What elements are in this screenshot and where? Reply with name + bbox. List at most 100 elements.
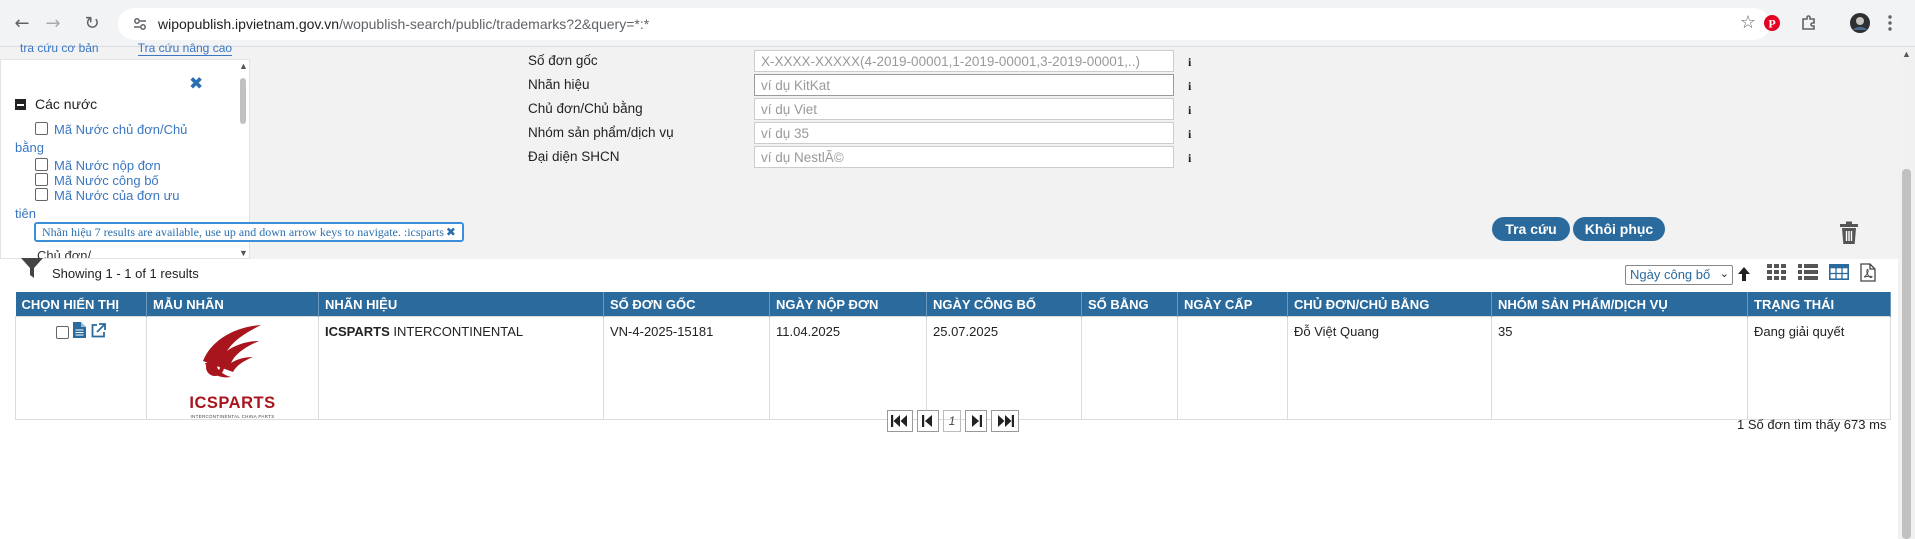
- info-icon[interactable]: i: [1188, 55, 1191, 70]
- next-section-header[interactable]: Chủ đơn/...: [37, 248, 102, 258]
- checkbox[interactable]: [35, 158, 48, 171]
- trademark-input[interactable]: ví dụ KitKat: [754, 74, 1174, 96]
- tab-advanced-search[interactable]: Tra cứu nâng cao: [137, 41, 233, 56]
- column-header[interactable]: SỐ BẰNG: [1081, 292, 1178, 317]
- chevron-down-icon: ⌄: [1719, 268, 1729, 280]
- close-icon[interactable]: ✖: [189, 74, 203, 94]
- application-number-input[interactable]: X-XXXX-XXXXX(4-2019-00001,1-2019-00001,3…: [754, 50, 1174, 72]
- application-number-label: Số đơn gốc: [528, 53, 598, 68]
- table-header-row: CHỌN HIỂN THỊ MẪU NHÃN NHÃN HIỆU SỐ ĐƠN …: [15, 292, 1891, 317]
- grid-view-icon[interactable]: [1767, 264, 1787, 280]
- column-header[interactable]: NHÓM SẢN PHẨM/DỊCH VỤ: [1491, 292, 1748, 317]
- first-page-icon[interactable]: [887, 410, 913, 432]
- reload-icon[interactable]: ↻: [80, 11, 104, 35]
- row-select-cell: [15, 316, 147, 420]
- url-text: wipopublish.ipvietnam.gov.vn/wopublish-s…: [158, 16, 649, 32]
- countries-heading: Các nước: [35, 96, 98, 112]
- pinterest-icon[interactable]: P: [1760, 11, 1784, 35]
- column-header[interactable]: NGÀY CẤP: [1177, 292, 1288, 317]
- owner-label: Chủ đơn/Chủ bằng: [528, 101, 643, 116]
- sort-selected-value: Ngày công bố: [1630, 267, 1711, 282]
- mark-image-cell[interactable]: ICSPARTS INTERCONTINENTAL CHINA PARTS: [146, 316, 319, 420]
- forward-arrow-icon[interactable]: →: [41, 11, 65, 35]
- remove-filter-icon[interactable]: ✖: [446, 225, 456, 239]
- scroll-thumb[interactable]: [240, 78, 246, 124]
- publication-date-cell: 25.07.2025: [926, 316, 1082, 420]
- pagination: 1: [0, 410, 1898, 434]
- filter-option[interactable]: Mã Nước của đơn ưu tiên: [15, 187, 200, 223]
- page-content: tra cứu cơ bản Tra cứu nâng cao ✖ Các nư…: [0, 41, 1915, 539]
- mark-name-bold: ICSPARTS: [325, 324, 390, 339]
- browser-menu-icon[interactable]: [1878, 11, 1902, 35]
- filter-funnel-icon[interactable]: [20, 257, 44, 279]
- info-icon[interactable]: i: [1188, 79, 1191, 94]
- checkbox[interactable]: [35, 122, 48, 135]
- svg-text:P: P: [1768, 17, 1775, 31]
- list-view-icon[interactable]: [1798, 264, 1818, 280]
- column-header[interactable]: NGÀY NỘP ĐƠN: [769, 292, 927, 317]
- trademark-label: Nhãn hiệu: [528, 77, 590, 92]
- pdf-export-icon[interactable]: [1860, 263, 1876, 282]
- search-button[interactable]: Tra cứu: [1492, 217, 1570, 241]
- row-checkbox[interactable]: [56, 326, 69, 339]
- checkbox[interactable]: [35, 188, 48, 201]
- external-link-icon[interactable]: [91, 323, 106, 338]
- checkbox[interactable]: [35, 173, 48, 186]
- current-page-number[interactable]: 1: [943, 410, 961, 432]
- owner-cell: Đỗ Việt Quang: [1287, 316, 1492, 420]
- table-row[interactable]: ICSPARTS INTERCONTINENTAL CHINA PARTS IC…: [15, 316, 1891, 420]
- url-path: /wopublish-search/public/trademarks?2&qu…: [339, 16, 650, 32]
- info-icon[interactable]: i: [1188, 151, 1191, 166]
- column-header[interactable]: SỐ ĐƠN GỐC: [603, 292, 770, 317]
- scroll-up-arrow-icon[interactable]: ▲: [239, 61, 248, 71]
- found-summary: 1 Số đơn tìm thấy 673 ms: [1737, 417, 1887, 432]
- page-scrollbar[interactable]: ▲: [1898, 47, 1915, 539]
- sort-direction-up-arrow-icon[interactable]: [1736, 266, 1752, 282]
- filter-option[interactable]: Mã Nước chủ đơn/Chủ bằng: [15, 121, 200, 157]
- classes-cell: 35: [1491, 316, 1748, 420]
- scroll-up-arrow-icon[interactable]: ▲: [1902, 49, 1911, 59]
- status-cell: Đang giải quyết: [1747, 316, 1891, 420]
- sort-select[interactable]: Ngày công bố ⌄: [1625, 265, 1733, 285]
- scroll-down-arrow-icon[interactable]: ▼: [239, 248, 248, 258]
- tab-basic-search[interactable]: tra cứu cơ bản: [20, 41, 99, 55]
- table-view-icon[interactable]: [1829, 264, 1849, 280]
- document-icon[interactable]: [73, 322, 86, 338]
- reset-button[interactable]: Khôi phục: [1573, 217, 1665, 241]
- scroll-thumb[interactable]: [1902, 169, 1911, 539]
- filter-option-label: Mã Nước công bố: [54, 173, 159, 188]
- info-icon[interactable]: i: [1188, 127, 1191, 142]
- mark-name-cell[interactable]: ICSPARTS INTERCONTINENTAL: [318, 316, 604, 420]
- last-page-icon[interactable]: [991, 410, 1019, 432]
- owner-input[interactable]: ví dụ Viet: [754, 98, 1174, 120]
- site-settings-icon[interactable]: [132, 16, 148, 32]
- profile-avatar[interactable]: [1848, 11, 1872, 35]
- back-arrow-icon[interactable]: ←: [10, 11, 34, 35]
- column-header[interactable]: TRẠNG THÁI: [1747, 292, 1891, 317]
- previous-page-icon[interactable]: [917, 410, 939, 432]
- results-count: Showing 1 - 1 of 1 results: [52, 266, 199, 281]
- column-header[interactable]: NGÀY CÔNG BỐ: [926, 292, 1082, 317]
- active-filter-tag[interactable]: Nhãn hiệu 7 results are available, use u…: [34, 222, 464, 242]
- representative-label: Đại diện SHCN: [528, 149, 620, 164]
- filter-option-label: Mã Nước nộp đơn: [54, 158, 161, 173]
- representative-input[interactable]: ví dụ NestlÃ©: [754, 146, 1174, 168]
- collapse-icon[interactable]: [15, 98, 26, 110]
- mark-name-rest: INTERCONTINENTAL: [389, 324, 524, 339]
- bookmark-star-icon[interactable]: ☆: [1740, 12, 1756, 33]
- info-icon[interactable]: i: [1188, 103, 1191, 118]
- application-number-cell[interactable]: VN-4-2025-15181: [603, 316, 770, 420]
- next-page-icon[interactable]: [965, 410, 987, 432]
- extensions-puzzle-icon[interactable]: [1797, 11, 1821, 35]
- column-header: MẪU NHÃN: [146, 292, 319, 317]
- trash-icon[interactable]: [1838, 221, 1860, 245]
- grant-date-cell: [1177, 316, 1288, 420]
- countries-section-header[interactable]: Các nước: [15, 96, 97, 112]
- class-input[interactable]: ví dụ 35: [754, 122, 1174, 144]
- class-label: Nhóm sản phẩm/dịch vụ: [528, 125, 674, 140]
- results-table: CHỌN HIỂN THỊ MẪU NHÃN NHÃN HIỆU SỐ ĐƠN …: [15, 292, 1891, 420]
- address-bar[interactable]: wipopublish.ipvietnam.gov.vn/wopublish-s…: [118, 8, 1770, 40]
- column-header[interactable]: NHÃN HIỆU: [318, 292, 604, 317]
- column-header[interactable]: CHỦ ĐƠN/CHỦ BẰNG: [1287, 292, 1492, 317]
- icsparts-logo[interactable]: [185, 323, 281, 405]
